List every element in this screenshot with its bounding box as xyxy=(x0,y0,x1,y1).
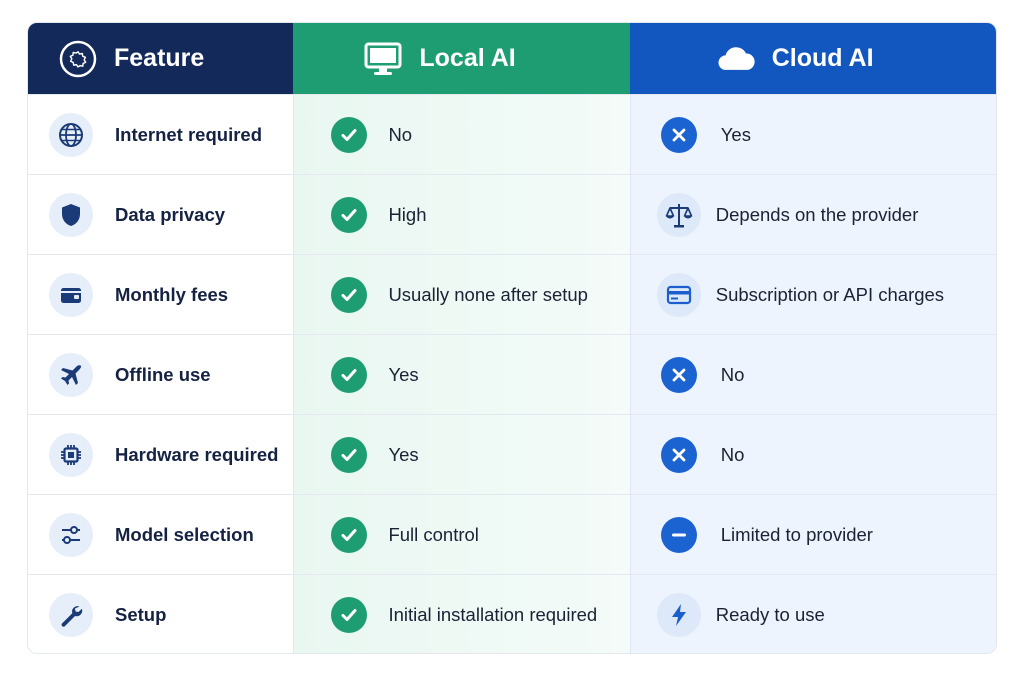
local-cell: Initial installation required xyxy=(293,575,630,653)
local-value: Initial installation required xyxy=(388,603,598,625)
cloud-cell: Limited to provider xyxy=(629,495,996,574)
globe-icon xyxy=(49,112,93,157)
lightning-icon xyxy=(656,592,701,637)
check-icon xyxy=(331,196,368,233)
local-cell: No xyxy=(293,95,630,174)
header-local: Local AI xyxy=(293,23,630,94)
minus-icon xyxy=(660,516,697,553)
sliders-icon xyxy=(49,512,93,557)
feature-cell: Internet required xyxy=(28,95,294,174)
cloud-value: No xyxy=(720,363,745,385)
cross-icon xyxy=(660,436,697,473)
feature-label: Model selection xyxy=(115,523,254,545)
feature-cell: Data privacy xyxy=(28,175,294,254)
table-row: Monthly fees Usually none after setup Su… xyxy=(28,254,996,334)
table-row: Offline use Yes No xyxy=(28,334,996,414)
header-cloud-label: Cloud AI xyxy=(771,44,874,72)
wallet-icon xyxy=(49,272,93,317)
feature-label: Offline use xyxy=(115,363,211,385)
cross-icon xyxy=(660,356,697,393)
table-body: Internet required No Yes Data privacy Hi xyxy=(28,94,996,653)
table-header: Feature Local AI Cloud AI xyxy=(28,23,996,94)
local-value: Usually none after setup xyxy=(388,283,588,305)
local-cell: High xyxy=(293,175,630,254)
table-row: Setup Initial installation required Read… xyxy=(28,574,996,653)
check-icon xyxy=(331,596,368,633)
check-icon xyxy=(331,436,368,473)
gear-icon xyxy=(58,39,98,79)
cloud-cell: Subscription or API charges xyxy=(629,255,996,334)
credit-card-icon xyxy=(656,272,701,317)
cloud-value: Yes xyxy=(720,123,751,145)
check-icon xyxy=(331,276,368,313)
check-icon xyxy=(331,516,368,553)
cloud-cell: No xyxy=(629,335,996,414)
chip-icon xyxy=(49,432,93,477)
cloud-value: No xyxy=(720,443,745,465)
feature-label: Internet required xyxy=(115,123,262,145)
header-local-label: Local AI xyxy=(419,44,516,72)
feature-label: Monthly fees xyxy=(115,283,229,305)
feature-cell: Offline use xyxy=(28,335,294,414)
airplane-icon xyxy=(49,352,93,397)
cloud-value: Depends on the provider xyxy=(715,203,919,225)
local-cell: Yes xyxy=(293,335,630,414)
header-cloud: Cloud AI xyxy=(629,23,996,94)
feature-cell: Hardware required xyxy=(28,415,294,494)
local-value: Full control xyxy=(388,523,479,545)
feature-cell: Model selection xyxy=(28,495,294,574)
local-cell: Usually none after setup xyxy=(293,255,630,334)
table-row: Model selection Full control Limited to … xyxy=(28,494,996,574)
local-value: High xyxy=(388,203,427,225)
cloud-value: Limited to provider xyxy=(720,523,873,545)
local-cell: Full control xyxy=(293,495,630,574)
cloud-cell: No xyxy=(629,415,996,494)
header-feature-label: Feature xyxy=(114,44,205,72)
feature-cell: Monthly fees xyxy=(28,255,294,334)
cloud-cell: Yes xyxy=(629,95,996,174)
local-value: Yes xyxy=(388,363,419,385)
table-row: Data privacy High Depends on the provide… xyxy=(28,174,996,254)
monitor-icon xyxy=(363,39,403,79)
cloud-icon xyxy=(716,39,756,79)
header-feature: Feature xyxy=(28,23,294,94)
feature-cell: Setup xyxy=(28,575,294,653)
local-value: No xyxy=(388,123,413,145)
local-value: Yes xyxy=(388,443,419,465)
cloud-cell: Depends on the provider xyxy=(629,175,996,254)
shield-icon xyxy=(49,192,93,237)
cloud-cell: Ready to use xyxy=(629,575,996,653)
wrench-icon xyxy=(49,592,93,637)
comparison-table: Feature Local AI Cloud AI Internet requi… xyxy=(27,22,997,654)
local-cell: Yes xyxy=(293,415,630,494)
feature-label: Setup xyxy=(115,603,167,625)
table-row: Internet required No Yes xyxy=(28,94,996,174)
check-icon xyxy=(331,116,368,153)
feature-label: Hardware required xyxy=(115,443,279,465)
scale-icon xyxy=(656,192,701,237)
cloud-value: Ready to use xyxy=(715,603,825,625)
table-row: Hardware required Yes No xyxy=(28,414,996,494)
cross-icon xyxy=(660,116,697,153)
cloud-value: Subscription or API charges xyxy=(715,283,945,305)
check-icon xyxy=(331,356,368,393)
feature-label: Data privacy xyxy=(115,203,226,225)
